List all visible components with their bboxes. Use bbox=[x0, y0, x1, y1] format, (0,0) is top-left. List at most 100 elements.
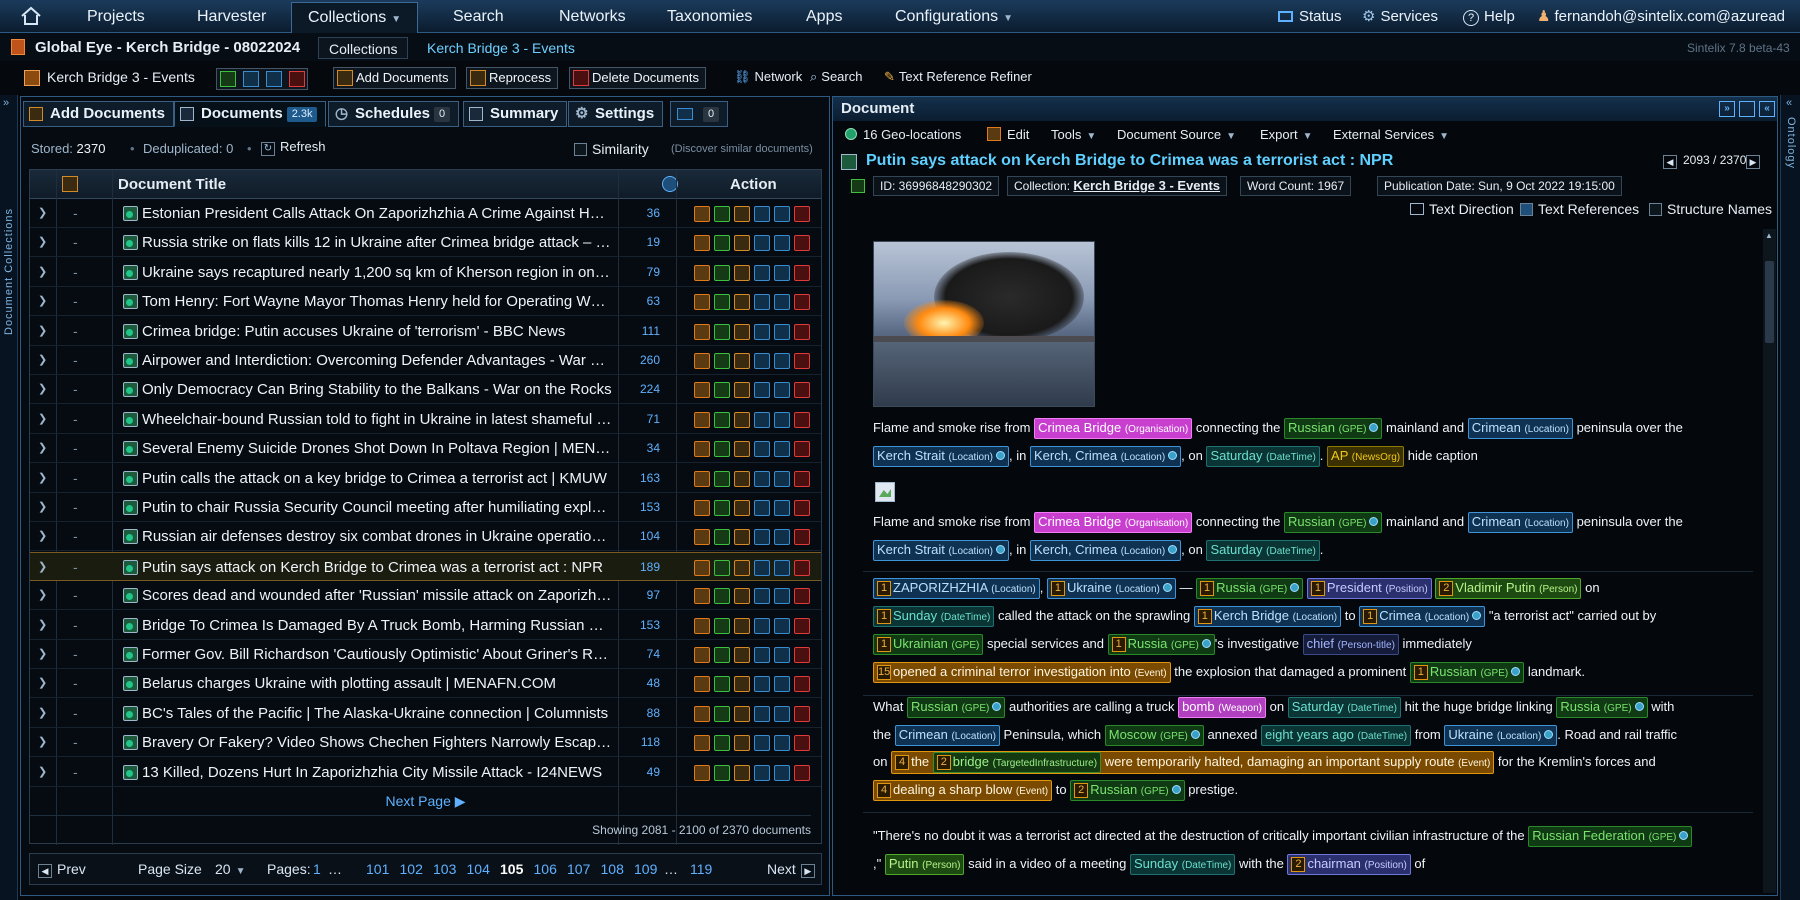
copy-icon[interactable] bbox=[774, 382, 790, 399]
page-link[interactable]: 104 bbox=[467, 857, 490, 881]
table-row[interactable]: ❯ - Crimea bridge: Putin accuses Ukraine o… bbox=[30, 317, 821, 346]
tools-menu[interactable]: Tools ▼ bbox=[1051, 123, 1096, 147]
copy-icon[interactable] bbox=[774, 559, 790, 576]
copy-icon[interactable] bbox=[774, 411, 790, 428]
document-title-link[interactable]: Tom Henry: Fort Wayne Mayor Thomas Henry… bbox=[142, 287, 612, 316]
copy-icon[interactable] bbox=[774, 617, 790, 634]
expand-row-icon[interactable]: ❯ bbox=[38, 199, 47, 228]
copy-icon[interactable] bbox=[774, 206, 790, 222]
download-icon[interactable] bbox=[754, 735, 770, 752]
next-button[interactable]: Next ▶ bbox=[767, 857, 815, 881]
reprocess-icon[interactable] bbox=[734, 294, 750, 311]
download-icon[interactable] bbox=[754, 588, 770, 605]
table-row[interactable]: ❯ - Bravery Or Fakery? Video Shows Chechen… bbox=[30, 728, 821, 758]
copy-icon[interactable] bbox=[774, 764, 790, 781]
prev-button[interactable]: ◀ Prev bbox=[38, 857, 86, 881]
export-icon[interactable] bbox=[714, 559, 730, 576]
entity-location[interactable]: Ukraine (Location) bbox=[1444, 724, 1558, 746]
download-icon[interactable] bbox=[754, 676, 770, 693]
previous-document-icon[interactable]: ◀ bbox=[1663, 155, 1677, 169]
expand-row-icon[interactable]: ❯ bbox=[38, 464, 47, 493]
nav-projects[interactable]: Projects bbox=[87, 0, 145, 33]
entity-person-title[interactable]: chief (Person-title) bbox=[1302, 634, 1399, 655]
edit-icon[interactable] bbox=[694, 647, 710, 663]
trash-icon[interactable] bbox=[794, 676, 810, 693]
scroll-up-icon[interactable]: ▲ bbox=[1765, 231, 1773, 240]
user-menu[interactable]: ♟ fernandoh@sintelix.com@azuread bbox=[1537, 0, 1785, 33]
trash-icon[interactable] bbox=[794, 647, 810, 663]
edit-icon[interactable] bbox=[694, 353, 710, 369]
entity-gpe[interactable]: 1 Ukrainian (GPE) bbox=[873, 634, 984, 655]
tab-settings[interactable]: ⚙ Settings bbox=[568, 101, 664, 127]
expand-row-icon[interactable]: ❯ bbox=[38, 317, 47, 346]
entity-datetime[interactable]: Saturday (DateTime) bbox=[1206, 540, 1320, 561]
download-icon[interactable] bbox=[754, 617, 770, 634]
expand-icon[interactable]: » bbox=[3, 97, 9, 109]
expand-row-icon[interactable]: ❯ bbox=[38, 553, 47, 582]
collections-side-strip[interactable]: » Document Collections bbox=[0, 95, 18, 900]
table-row[interactable]: ❯ - Airpower and Interdiction: Overcoming … bbox=[30, 346, 821, 375]
download-icon[interactable] bbox=[754, 647, 770, 663]
document-title-link[interactable]: Wheelchair-bound Russian told to fight i… bbox=[142, 405, 612, 434]
download-icon[interactable] bbox=[754, 500, 770, 516]
entity-datetime[interactable]: Sunday (DateTime) bbox=[1130, 854, 1236, 875]
reprocess-icon[interactable] bbox=[734, 206, 750, 222]
page-link[interactable]: 1 bbox=[313, 857, 321, 881]
page-link[interactable]: 108 bbox=[601, 857, 624, 881]
table-row[interactable]: ❯ - Belarus charges Ukraine with plotting … bbox=[30, 669, 821, 699]
table-row[interactable]: ❯ - Several Enemy Suicide Drones Shot Down… bbox=[30, 434, 821, 464]
copy-icon[interactable] bbox=[774, 705, 790, 722]
text-references-checkbox[interactable]: Text References bbox=[1520, 201, 1639, 217]
document-title-link[interactable]: Russian air defenses destroy six combat … bbox=[142, 522, 612, 551]
edit-icon[interactable] bbox=[694, 264, 710, 281]
edit-icon[interactable] bbox=[694, 411, 710, 428]
reprocess-icon[interactable] bbox=[734, 470, 750, 487]
text-reference-refiner-link[interactable]: ✎ Text Reference Refiner bbox=[884, 69, 1032, 85]
entity-gpe[interactable]: 2 Russian (GPE) bbox=[1070, 779, 1185, 801]
trash-icon[interactable] bbox=[794, 500, 810, 516]
edit-icon[interactable] bbox=[694, 294, 710, 311]
reprocess-icon[interactable] bbox=[734, 676, 750, 693]
column-title[interactable]: Document Title bbox=[118, 170, 226, 199]
expand-row-icon[interactable]: ❯ bbox=[38, 699, 47, 728]
reprocess-icon[interactable] bbox=[734, 764, 750, 781]
reprocess-icon[interactable] bbox=[734, 617, 750, 634]
trash-icon[interactable] bbox=[794, 764, 810, 781]
copy-icon[interactable] bbox=[774, 294, 790, 311]
expand-row-icon[interactable]: ❯ bbox=[38, 669, 47, 698]
document-title-link[interactable]: Estonian President Calls Attack On Zapor… bbox=[142, 199, 612, 228]
document-title-link[interactable]: Crimea bridge: Putin accuses Ukraine of … bbox=[142, 317, 612, 346]
entity-newsorg[interactable]: AP (NewsOrg) bbox=[1327, 446, 1405, 467]
download-icon[interactable] bbox=[754, 411, 770, 428]
download-icon[interactable] bbox=[754, 441, 770, 458]
delete-documents-button[interactable]: Delete Documents bbox=[569, 67, 706, 89]
expand-row-icon[interactable]: ❯ bbox=[38, 581, 47, 610]
download-icon[interactable] bbox=[754, 705, 770, 722]
entity-location[interactable]: Crimean (Location) bbox=[1467, 418, 1573, 439]
download-icon[interactable] bbox=[754, 206, 770, 222]
copy-icon[interactable] bbox=[774, 500, 790, 516]
page-link[interactable]: 107 bbox=[567, 857, 590, 881]
page-link[interactable]: 102 bbox=[400, 857, 423, 881]
external-services-menu[interactable]: External Services ▼ bbox=[1333, 123, 1449, 147]
entity-location[interactable]: Kerch, Crimea (Location) bbox=[1029, 446, 1182, 467]
trash-icon[interactable] bbox=[794, 470, 810, 487]
nav-apps[interactable]: Apps bbox=[806, 0, 842, 33]
expand-row-icon[interactable]: ❯ bbox=[38, 493, 47, 522]
export-icon[interactable] bbox=[714, 676, 730, 693]
entity-gpe[interactable]: Russia (GPE) bbox=[1556, 697, 1648, 718]
expand-row-icon[interactable]: ❯ bbox=[38, 375, 47, 404]
entity-location[interactable]: Crimean (Location) bbox=[894, 724, 1000, 746]
download-icon[interactable] bbox=[754, 294, 770, 311]
entity-location[interactable]: Kerch Strait (Location) bbox=[873, 446, 1010, 467]
export-icon[interactable] bbox=[714, 353, 730, 369]
export-icon[interactable] bbox=[714, 441, 730, 458]
expand-row-icon[interactable]: ❯ bbox=[38, 346, 47, 375]
table-row[interactable]: ❯ - Bridge To Crimea Is Damaged By A Truck… bbox=[30, 611, 821, 640]
expand-row-icon[interactable]: ❯ bbox=[38, 434, 47, 463]
edit-icon[interactable] bbox=[694, 470, 710, 487]
export-icon[interactable] bbox=[714, 411, 730, 428]
reprocess-icon[interactable] bbox=[734, 441, 750, 458]
breadcrumb-collections[interactable]: Collections bbox=[318, 37, 409, 59]
page-link[interactable]: 105 bbox=[500, 857, 523, 881]
